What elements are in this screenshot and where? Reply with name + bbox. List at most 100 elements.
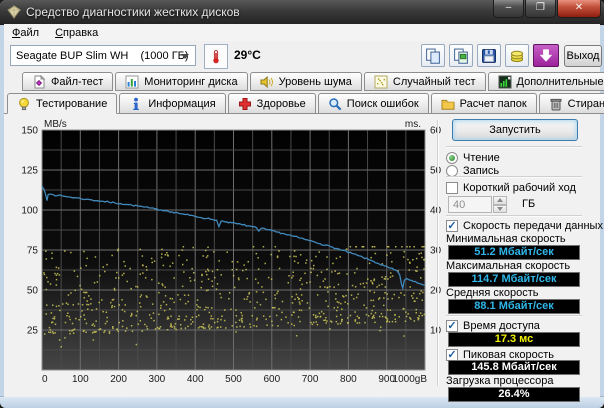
- separator: [446, 315, 582, 317]
- access-time-label: Время доступа: [463, 319, 540, 332]
- temperature-value: 29°C: [234, 48, 261, 62]
- svg-text:150: 150: [21, 126, 38, 137]
- svg-text:600: 600: [263, 374, 280, 385]
- svg-text:1000gB: 1000gB: [393, 374, 428, 385]
- svg-text:300: 300: [149, 374, 166, 385]
- download-icon: [538, 48, 554, 64]
- window-title: Средство диагностики жестких дисков: [26, 5, 240, 19]
- stepper-down-button[interactable]: [493, 204, 507, 213]
- svg-text:20: 20: [430, 286, 442, 297]
- minimize-button[interactable]: –: [493, 0, 524, 18]
- tab-health[interactable]: Здоровье: [227, 93, 316, 114]
- access-time-checkbox[interactable]: [446, 319, 458, 332]
- save-button[interactable]: [477, 44, 501, 67]
- svg-text:MB/s: MB/s: [44, 119, 67, 130]
- min-speed-label: Минимальная скорость: [446, 233, 566, 245]
- tab-disk-monitor[interactable]: Мониторинг диска: [115, 72, 248, 91]
- tools-button[interactable]: [505, 44, 529, 67]
- menu-bar: Файл Справка: [4, 24, 600, 42]
- tab-info[interactable]: Информация: [119, 93, 226, 114]
- tab-erase[interactable]: Стирание: [538, 93, 604, 114]
- tab-label: Поиск ошибок: [346, 97, 419, 110]
- start-button[interactable]: Запустить: [452, 119, 578, 141]
- svg-text:75: 75: [27, 246, 39, 257]
- separator: [446, 176, 582, 178]
- maximize-button[interactable]: ❐: [525, 0, 556, 18]
- tab-label: Стирание: [567, 97, 604, 110]
- tab-noise-level[interactable]: Уровень шума: [249, 72, 362, 91]
- size-input[interactable]: 40: [448, 196, 492, 213]
- svg-text:50: 50: [27, 286, 39, 297]
- transfer-speed-checkbox[interactable]: [446, 219, 458, 232]
- short-stroke-size: 40 ГБ: [444, 196, 586, 213]
- cpu-usage-value: 26.4%: [448, 387, 580, 402]
- tab-label: Мониторинг диска: [144, 75, 238, 88]
- max-speed-label: Максимальная скорость: [446, 260, 571, 272]
- radio-write-dot[interactable]: [446, 164, 458, 177]
- title-bar[interactable]: Средство диагностики жестких дисков – ❐ …: [0, 0, 604, 25]
- transfer-speed-row[interactable]: Скорость передачи данных: [446, 219, 603, 232]
- copy-image-button[interactable]: [449, 44, 473, 67]
- tab-benchmark[interactable]: Тестирование: [7, 93, 118, 114]
- separator: [446, 146, 582, 148]
- menu-item-file[interactable]: Файл: [4, 25, 47, 41]
- tab-label: Информация: [148, 97, 216, 110]
- tab-row-primary: Тестирование Информация Здоровье Поиск ошиб…: [7, 91, 604, 114]
- svg-text:0: 0: [42, 374, 48, 385]
- radio-write-label: Запись: [463, 164, 500, 177]
- short-stroke-row[interactable]: Короткий рабочий ход: [446, 181, 576, 194]
- svg-text:30: 30: [430, 246, 442, 257]
- speaker-icon: [260, 75, 274, 89]
- short-stroke-checkbox[interactable]: [446, 181, 458, 194]
- folder-icon: [441, 97, 455, 111]
- tab-random-test[interactable]: Случайный тест: [363, 72, 486, 91]
- close-button[interactable]: ✕: [557, 0, 601, 18]
- size-unit-label: ГБ: [522, 198, 536, 210]
- burst-rate-value: 145.8 Мбайт/сек: [448, 360, 580, 375]
- chevron-down-icon: [181, 54, 189, 59]
- trash-icon: [549, 97, 563, 111]
- short-stroke-label: Короткий рабочий ход: [463, 181, 576, 194]
- tab-folder-usage[interactable]: Расчет папок: [430, 93, 537, 114]
- svg-text:ms.: ms.: [405, 119, 421, 130]
- download-button[interactable]: [533, 44, 559, 67]
- panel-divider: [437, 120, 439, 386]
- arrow-down-icon: [497, 206, 503, 211]
- exit-button[interactable]: Выход: [564, 45, 602, 67]
- app-icon: [7, 5, 22, 19]
- random-test-icon: [374, 75, 388, 89]
- save-icon: [481, 48, 497, 64]
- tab-label: Уровень шума: [278, 75, 352, 88]
- separator: [446, 215, 582, 217]
- tab-error-scan[interactable]: Поиск ошибок: [317, 93, 429, 114]
- size-stepper: [493, 196, 507, 213]
- radio-read[interactable]: Чтение: [446, 151, 500, 164]
- menu-item-help[interactable]: Справка: [47, 25, 106, 41]
- drive-select[interactable]: Seagate BUP Slim WH (1000 ГБ): [10, 45, 196, 66]
- avg-speed-label: Средняя скорость: [446, 287, 539, 299]
- toolbar: Seagate BUP Slim WH (1000 ГБ) 29°C Выход: [4, 41, 602, 71]
- temperature-button[interactable]: [204, 44, 228, 69]
- tab-extra-tests[interactable]: Дополнительные тесты: [487, 72, 604, 91]
- radio-read-dot[interactable]: [446, 151, 458, 164]
- copy-image-icon: [453, 48, 469, 64]
- toolbar-icon-buttons: [421, 44, 563, 67]
- disk-monitor-icon: [125, 75, 139, 89]
- tab-label: Случайный тест: [392, 75, 476, 88]
- stepper-up-button[interactable]: [493, 196, 507, 205]
- copy-button[interactable]: [421, 44, 445, 67]
- access-time-row[interactable]: Время доступа: [446, 319, 540, 332]
- access-time-value: 17.3 мс: [448, 332, 580, 347]
- tab-file-test[interactable]: Файл-тест: [22, 72, 114, 91]
- info-icon: [129, 97, 143, 111]
- svg-text:40: 40: [430, 206, 442, 217]
- radio-read-label: Чтение: [463, 151, 500, 164]
- window-controls: – ❐ ✕: [492, 0, 601, 18]
- svg-text:200: 200: [110, 374, 127, 385]
- min-speed-value: 51.2 Мбайт/сек: [448, 245, 580, 260]
- file-test-icon: [32, 74, 46, 89]
- burst-rate-checkbox[interactable]: [446, 348, 458, 361]
- cpu-usage-label: Загрузка процессора: [446, 375, 554, 387]
- max-speed-value: 114.7 Мбайт/сек: [448, 272, 580, 287]
- svg-text:10: 10: [430, 326, 442, 337]
